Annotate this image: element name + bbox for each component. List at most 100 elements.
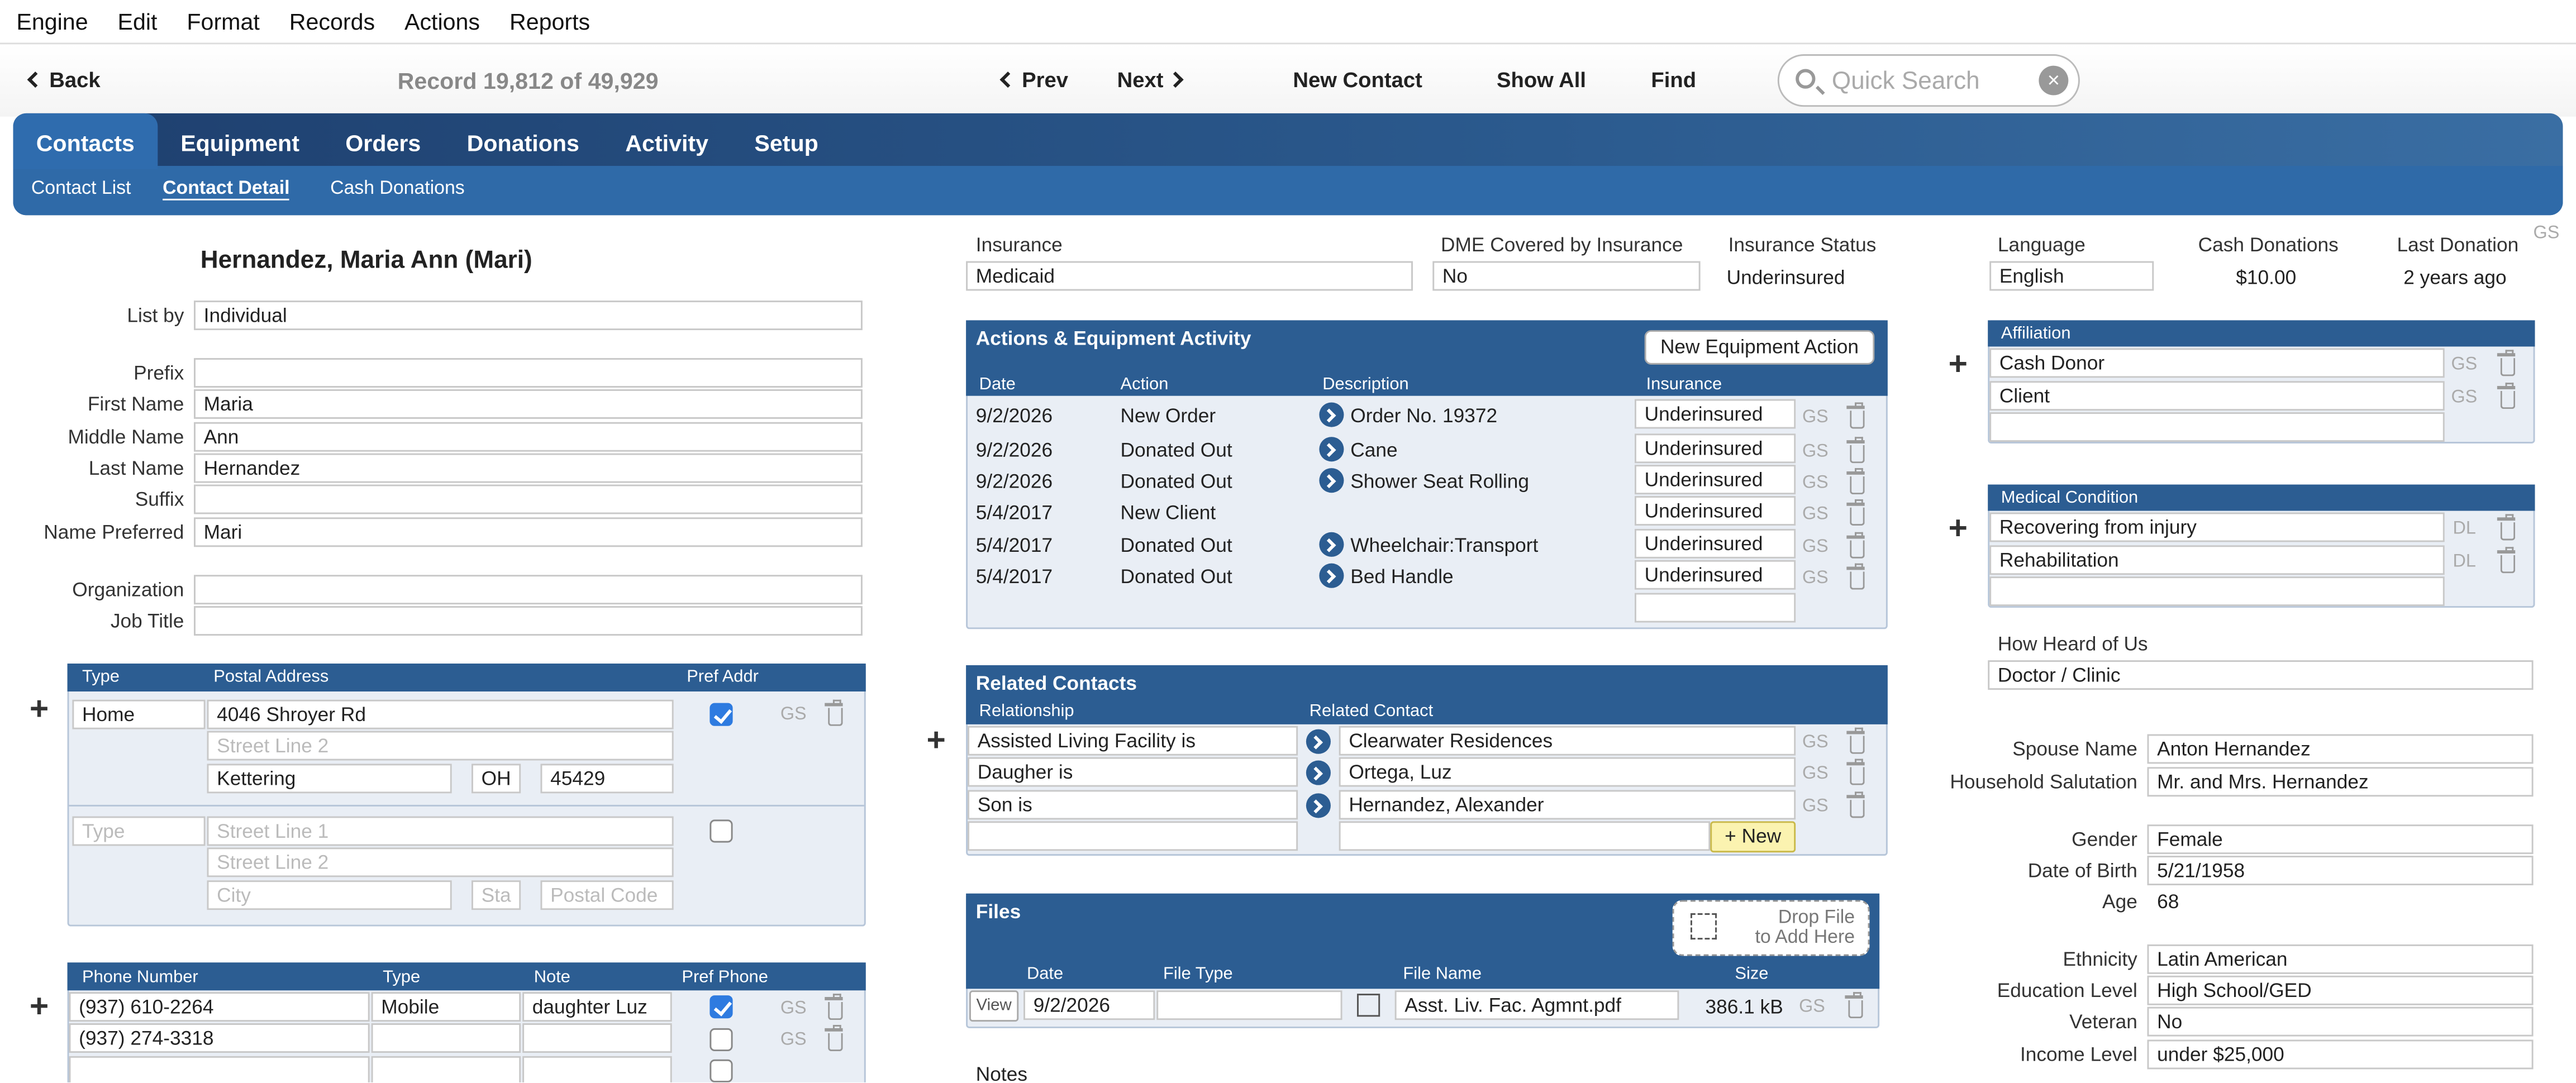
first-name-field[interactable]: Maria bbox=[194, 389, 863, 419]
action-insurance[interactable]: Underinsured bbox=[1634, 399, 1796, 429]
add-phone-icon[interactable]: + bbox=[30, 990, 49, 1023]
delete-action-icon[interactable] bbox=[1846, 499, 1865, 526]
file-type-field[interactable] bbox=[1156, 990, 1342, 1020]
delete-action-icon[interactable] bbox=[1846, 437, 1865, 464]
new-equipment-action-button[interactable]: New Equipment Action bbox=[1644, 330, 1875, 365]
tab-setup[interactable]: Setup bbox=[731, 113, 841, 166]
pref-phone-checkbox[interactable] bbox=[710, 995, 733, 1019]
organization-field[interactable] bbox=[194, 575, 863, 605]
delete-medical-icon[interactable] bbox=[2497, 547, 2516, 574]
new-affiliation-field[interactable] bbox=[1989, 412, 2445, 442]
phone-note-field[interactable]: daughter Luz bbox=[522, 992, 672, 1022]
street-line1-field[interactable]: 4046 Shroyer Rd bbox=[207, 699, 674, 729]
address-type-field[interactable]: Home bbox=[72, 699, 206, 729]
zip-field[interactable]: 45429 bbox=[540, 764, 674, 794]
language-field[interactable]: English bbox=[1989, 261, 2154, 291]
new-state-field[interactable]: Sta bbox=[471, 880, 521, 910]
list-by-field[interactable]: Individual bbox=[194, 300, 863, 331]
veteran-field[interactable]: No bbox=[2147, 1006, 2534, 1037]
action-insurance[interactable]: Underinsured bbox=[1634, 496, 1796, 526]
phone-type-field[interactable]: Mobile bbox=[371, 992, 521, 1022]
new-action-insurance[interactable] bbox=[1634, 593, 1796, 623]
go-arrow-icon[interactable] bbox=[1319, 532, 1344, 557]
delete-related-icon[interactable] bbox=[1846, 791, 1865, 818]
new-related-button[interactable]: + New bbox=[1710, 821, 1796, 853]
delete-phone-icon[interactable] bbox=[825, 994, 843, 1020]
add-address-icon[interactable]: + bbox=[30, 693, 49, 726]
medical-field[interactable]: Recovering from injury bbox=[1989, 512, 2445, 542]
insurance-field[interactable]: Medicaid bbox=[966, 261, 1413, 291]
delete-affiliation-icon[interactable] bbox=[2497, 383, 2516, 409]
street-line2-field[interactable]: Street Line 2 bbox=[207, 731, 674, 761]
menu-edit[interactable]: Edit bbox=[118, 8, 158, 35]
new-zip-field[interactable]: Postal Code bbox=[540, 880, 674, 910]
delete-action-icon[interactable] bbox=[1846, 402, 1865, 429]
education-field[interactable]: High School/GED bbox=[2147, 975, 2534, 1005]
add-affiliation-icon[interactable]: + bbox=[1949, 348, 1968, 381]
file-date-field[interactable]: 9/2/2026 bbox=[1023, 990, 1155, 1020]
name-preferred-field[interactable]: Mari bbox=[194, 517, 863, 547]
add-related-icon[interactable]: + bbox=[927, 724, 946, 757]
go-arrow-icon[interactable] bbox=[1319, 437, 1344, 462]
action-insurance[interactable]: Underinsured bbox=[1634, 465, 1796, 495]
how-heard-field[interactable]: Doctor / Clinic bbox=[1988, 660, 2534, 690]
relationship-field[interactable]: Son is bbox=[968, 790, 1298, 820]
action-insurance[interactable]: Underinsured bbox=[1634, 560, 1796, 590]
delete-affiliation-icon[interactable] bbox=[2497, 350, 2516, 376]
new-relationship-field[interactable] bbox=[968, 821, 1298, 851]
new-related-contact-field[interactable] bbox=[1339, 821, 1711, 851]
new-city-field[interactable]: City bbox=[207, 880, 452, 910]
back-button[interactable]: Back bbox=[27, 68, 101, 92]
go-arrow-icon[interactable] bbox=[1319, 563, 1344, 588]
tab-activity[interactable]: Activity bbox=[602, 113, 731, 166]
subtab-contact-detail[interactable]: Contact Detail bbox=[163, 179, 290, 201]
new-address-type-field[interactable]: Type bbox=[72, 816, 206, 846]
go-arrow-icon[interactable] bbox=[1319, 468, 1344, 493]
delete-action-icon[interactable] bbox=[1846, 532, 1865, 559]
relationship-field[interactable]: Daugher is bbox=[968, 757, 1298, 787]
related-contact-field[interactable]: Ortega, Luz bbox=[1339, 757, 1796, 787]
tab-donations[interactable]: Donations bbox=[444, 113, 602, 166]
gender-field[interactable]: Female bbox=[2147, 824, 2534, 855]
clear-search-icon[interactable]: × bbox=[2039, 65, 2069, 96]
drop-file-zone[interactable]: Drop File to Add Here bbox=[1672, 900, 1870, 956]
tab-orders[interactable]: Orders bbox=[322, 113, 444, 166]
new-pref-address-checkbox[interactable] bbox=[710, 819, 733, 843]
income-field[interactable]: under $25,000 bbox=[2147, 1039, 2534, 1070]
action-insurance[interactable]: Underinsured bbox=[1634, 528, 1796, 559]
phone-type-field[interactable] bbox=[371, 1023, 521, 1053]
prefix-field[interactable] bbox=[194, 358, 863, 388]
phone-number-field[interactable]: (937) 610-2264 bbox=[69, 992, 370, 1022]
dme-field[interactable]: No bbox=[1432, 261, 1701, 291]
pref-address-checkbox[interactable] bbox=[710, 703, 733, 726]
city-field[interactable]: Kettering bbox=[207, 764, 452, 794]
tab-equipment[interactable]: Equipment bbox=[158, 113, 322, 166]
new-phone-type-field[interactable] bbox=[371, 1056, 521, 1082]
file-name-field[interactable]: Asst. Liv. Fac. Agmnt.pdf bbox=[1394, 990, 1679, 1020]
go-arrow-icon[interactable] bbox=[1306, 729, 1331, 754]
delete-address-icon[interactable] bbox=[825, 699, 843, 726]
new-pref-phone-checkbox[interactable] bbox=[710, 1059, 733, 1082]
phone-number-field[interactable]: (937) 274-3318 bbox=[69, 1023, 370, 1053]
salutation-field[interactable]: Mr. and Mrs. Hernandez bbox=[2147, 767, 2534, 797]
job-title-field[interactable] bbox=[194, 606, 863, 636]
related-contact-field[interactable]: Clearwater Residences bbox=[1339, 726, 1796, 756]
show-all-button[interactable]: Show All bbox=[1497, 68, 1586, 92]
delete-action-icon[interactable] bbox=[1846, 563, 1865, 590]
add-medical-icon[interactable]: + bbox=[1949, 512, 1968, 545]
subtab-contact-list[interactable]: Contact List bbox=[31, 179, 131, 199]
go-arrow-icon[interactable] bbox=[1306, 793, 1331, 818]
suffix-field[interactable] bbox=[194, 484, 863, 514]
affiliation-field[interactable]: Cash Donor bbox=[1989, 348, 2445, 378]
new-contact-button[interactable]: New Contact bbox=[1293, 68, 1422, 92]
last-name-field[interactable]: Hernandez bbox=[194, 453, 863, 483]
next-button[interactable]: Next bbox=[1117, 68, 1184, 92]
action-insurance[interactable]: Underinsured bbox=[1634, 433, 1796, 464]
spouse-field[interactable]: Anton Hernandez bbox=[2147, 734, 2534, 764]
go-arrow-icon[interactable] bbox=[1306, 760, 1331, 785]
new-street-line1-field[interactable]: Street Line 1 bbox=[207, 816, 674, 846]
delete-phone-icon[interactable] bbox=[825, 1024, 843, 1052]
menu-format[interactable]: Format bbox=[187, 8, 259, 35]
go-arrow-icon[interactable] bbox=[1319, 402, 1344, 427]
menu-records[interactable]: Records bbox=[289, 8, 375, 35]
